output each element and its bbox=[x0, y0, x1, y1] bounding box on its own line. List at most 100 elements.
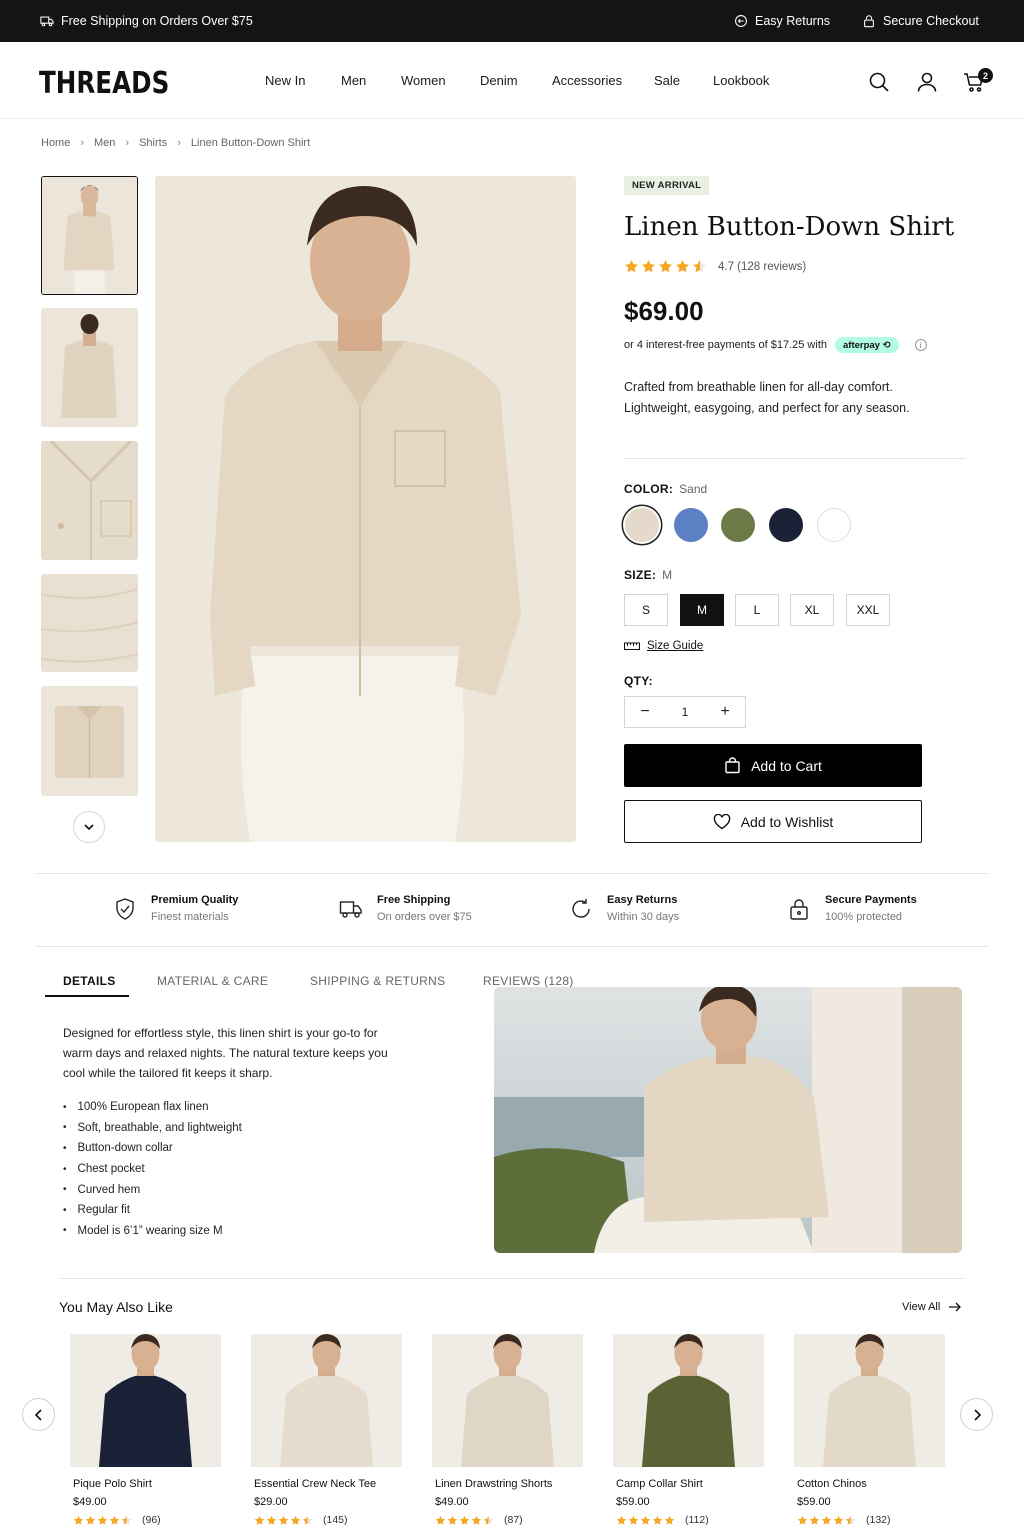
star-icon bbox=[640, 1515, 651, 1525]
product-card[interactable]: Linen Drawstring Shorts $49.00 (87) bbox=[432, 1334, 583, 1526]
size-option-m[interactable]: M bbox=[680, 594, 724, 626]
color-swatch-white[interactable] bbox=[817, 508, 851, 542]
view-all-link[interactable]: View All bbox=[902, 1301, 962, 1313]
shopping-bag-icon bbox=[725, 757, 740, 774]
star-icon bbox=[266, 1515, 277, 1525]
qty-decrease-button[interactable]: − bbox=[625, 703, 665, 721]
size-guide-link[interactable]: Size Guide bbox=[624, 640, 703, 652]
star-half-icon bbox=[121, 1515, 132, 1525]
size-label-text: SIZE: bbox=[624, 568, 657, 582]
color-swatch-olive[interactable] bbox=[721, 508, 755, 542]
tab-material-care[interactable]: MATERIAL & CARE bbox=[157, 974, 268, 988]
product-card-name[interactable]: Essential Crew Neck Tee bbox=[251, 1478, 402, 1490]
product-card-review-count: (87) bbox=[504, 1514, 523, 1526]
product-rating[interactable]: 4.7 (128 reviews) bbox=[624, 259, 806, 274]
qty-value[interactable]: 1 bbox=[665, 705, 705, 719]
color-swatch-sand[interactable] bbox=[625, 508, 659, 542]
product-card-rating: (145) bbox=[251, 1514, 402, 1526]
tab-reviews[interactable]: REVIEWS (128) bbox=[483, 974, 574, 988]
product-card-price: $29.00 bbox=[254, 1496, 288, 1508]
site-header: THREADS New In Men Women Denim Accessori… bbox=[0, 42, 1024, 119]
add-to-wishlist-button[interactable]: Add to Wishlist bbox=[624, 800, 922, 843]
product-card-review-count: (96) bbox=[142, 1514, 161, 1526]
nav-women[interactable]: Women bbox=[401, 42, 446, 119]
feature-title: Premium Quality bbox=[151, 894, 239, 906]
feature-subtitle: Finest materials bbox=[151, 911, 229, 923]
nav-new-in[interactable]: New In bbox=[265, 42, 305, 119]
thumbnail-front[interactable] bbox=[41, 176, 138, 295]
nav-lookbook[interactable]: Lookbook bbox=[713, 42, 769, 119]
quantity-stepper[interactable]: − 1 + bbox=[624, 696, 746, 728]
tab-shipping-returns[interactable]: SHIPPING & RETURNS bbox=[310, 974, 445, 988]
add-to-wishlist-label: Add to Wishlist bbox=[740, 813, 834, 830]
nav-men[interactable]: Men bbox=[341, 42, 366, 119]
color-swatch-navy[interactable] bbox=[769, 508, 803, 542]
color-swatch-blue[interactable] bbox=[674, 508, 708, 542]
account-icon[interactable] bbox=[916, 71, 938, 93]
feature-subtitle: On orders over $75 bbox=[377, 911, 472, 923]
product-card-image[interactable] bbox=[613, 1334, 764, 1467]
product-card[interactable]: Pique Polo Shirt $49.00 (96) bbox=[70, 1334, 221, 1526]
add-to-cart-button[interactable]: Add to Cart bbox=[624, 744, 922, 787]
lock-icon bbox=[790, 899, 808, 920]
thumbnail-folded[interactable] bbox=[41, 686, 138, 796]
new-arrival-badge: NEW ARRIVAL bbox=[624, 176, 710, 195]
product-card-name[interactable]: Pique Polo Shirt bbox=[70, 1478, 221, 1490]
size-option-l[interactable]: L bbox=[735, 594, 779, 626]
star-icon bbox=[290, 1515, 301, 1525]
nav-sale[interactable]: Sale bbox=[654, 42, 680, 119]
heart-icon bbox=[713, 813, 730, 829]
product-card-name[interactable]: Camp Collar Shirt bbox=[613, 1478, 764, 1490]
product-card-image[interactable] bbox=[251, 1334, 402, 1467]
qty-increase-button[interactable]: + bbox=[705, 703, 745, 721]
star-half-icon bbox=[845, 1515, 856, 1525]
lifestyle-image bbox=[494, 987, 962, 1253]
list-item: Soft, breathable, and lightweight bbox=[63, 1118, 242, 1139]
product-price: $69.00 bbox=[624, 296, 704, 326]
size-option-xxl[interactable]: XXL bbox=[846, 594, 890, 626]
product-card-rating: (96) bbox=[70, 1514, 221, 1526]
secure-checkout-text: Secure Checkout bbox=[883, 14, 979, 28]
tab-details[interactable]: DETAILS bbox=[63, 974, 116, 988]
star-icon bbox=[628, 1515, 639, 1525]
size-option-xl[interactable]: XL bbox=[790, 594, 834, 626]
carousel-prev-button[interactable] bbox=[22, 1398, 55, 1431]
product-card-image[interactable] bbox=[432, 1334, 583, 1467]
thumbnail-fabric-texture[interactable] bbox=[41, 574, 138, 672]
star-icon bbox=[616, 1515, 627, 1525]
breadcrumb-shirts[interactable]: Shirts bbox=[139, 137, 167, 149]
product-card[interactable]: Essential Crew Neck Tee $29.00 (145) bbox=[251, 1334, 402, 1526]
size-option-s[interactable]: S bbox=[624, 594, 668, 626]
star-icon bbox=[625, 260, 638, 273]
breadcrumb-home[interactable]: Home bbox=[41, 137, 70, 149]
product-card-name[interactable]: Linen Drawstring Shorts bbox=[432, 1478, 583, 1490]
product-card-price: $59.00 bbox=[616, 1496, 650, 1508]
product-card-name[interactable]: Cotton Chinos bbox=[794, 1478, 945, 1490]
easy-returns-link[interactable]: Easy Returns bbox=[734, 0, 830, 42]
product-card-image[interactable] bbox=[794, 1334, 945, 1467]
search-icon[interactable] bbox=[868, 71, 890, 93]
product-card-image[interactable] bbox=[70, 1334, 221, 1467]
list-item: Model is 6’1” wearing size M bbox=[63, 1221, 242, 1242]
chevron-right-icon: › bbox=[177, 137, 181, 149]
breadcrumb-men[interactable]: Men bbox=[94, 137, 115, 149]
site-logo[interactable]: THREADS bbox=[39, 66, 169, 101]
thumbnail-scroll-down[interactable] bbox=[73, 811, 105, 843]
thumbnail-back[interactable] bbox=[41, 308, 138, 427]
divider bbox=[35, 946, 989, 947]
secure-checkout-link[interactable]: Secure Checkout bbox=[862, 0, 979, 42]
info-icon[interactable]: i bbox=[914, 339, 927, 351]
rating-text[interactable]: 4.7 (128 reviews) bbox=[718, 261, 806, 273]
product-card[interactable]: Cotton Chinos $59.00 (132) bbox=[794, 1334, 945, 1526]
product-main-image[interactable] bbox=[155, 176, 576, 842]
product-card-review-count: (145) bbox=[323, 1514, 348, 1526]
list-item: Curved hem bbox=[63, 1179, 242, 1200]
product-card[interactable]: Camp Collar Shirt $59.00 (112) bbox=[613, 1334, 764, 1526]
nav-denim[interactable]: Denim bbox=[480, 42, 518, 119]
product-card-price: $49.00 bbox=[435, 1496, 469, 1508]
thumbnail-collar-detail[interactable] bbox=[41, 441, 138, 560]
star-icon bbox=[833, 1515, 844, 1525]
nav-accessories[interactable]: Accessories bbox=[552, 42, 622, 119]
size-label: SIZE: M bbox=[624, 568, 672, 582]
carousel-next-button[interactable] bbox=[960, 1398, 993, 1431]
